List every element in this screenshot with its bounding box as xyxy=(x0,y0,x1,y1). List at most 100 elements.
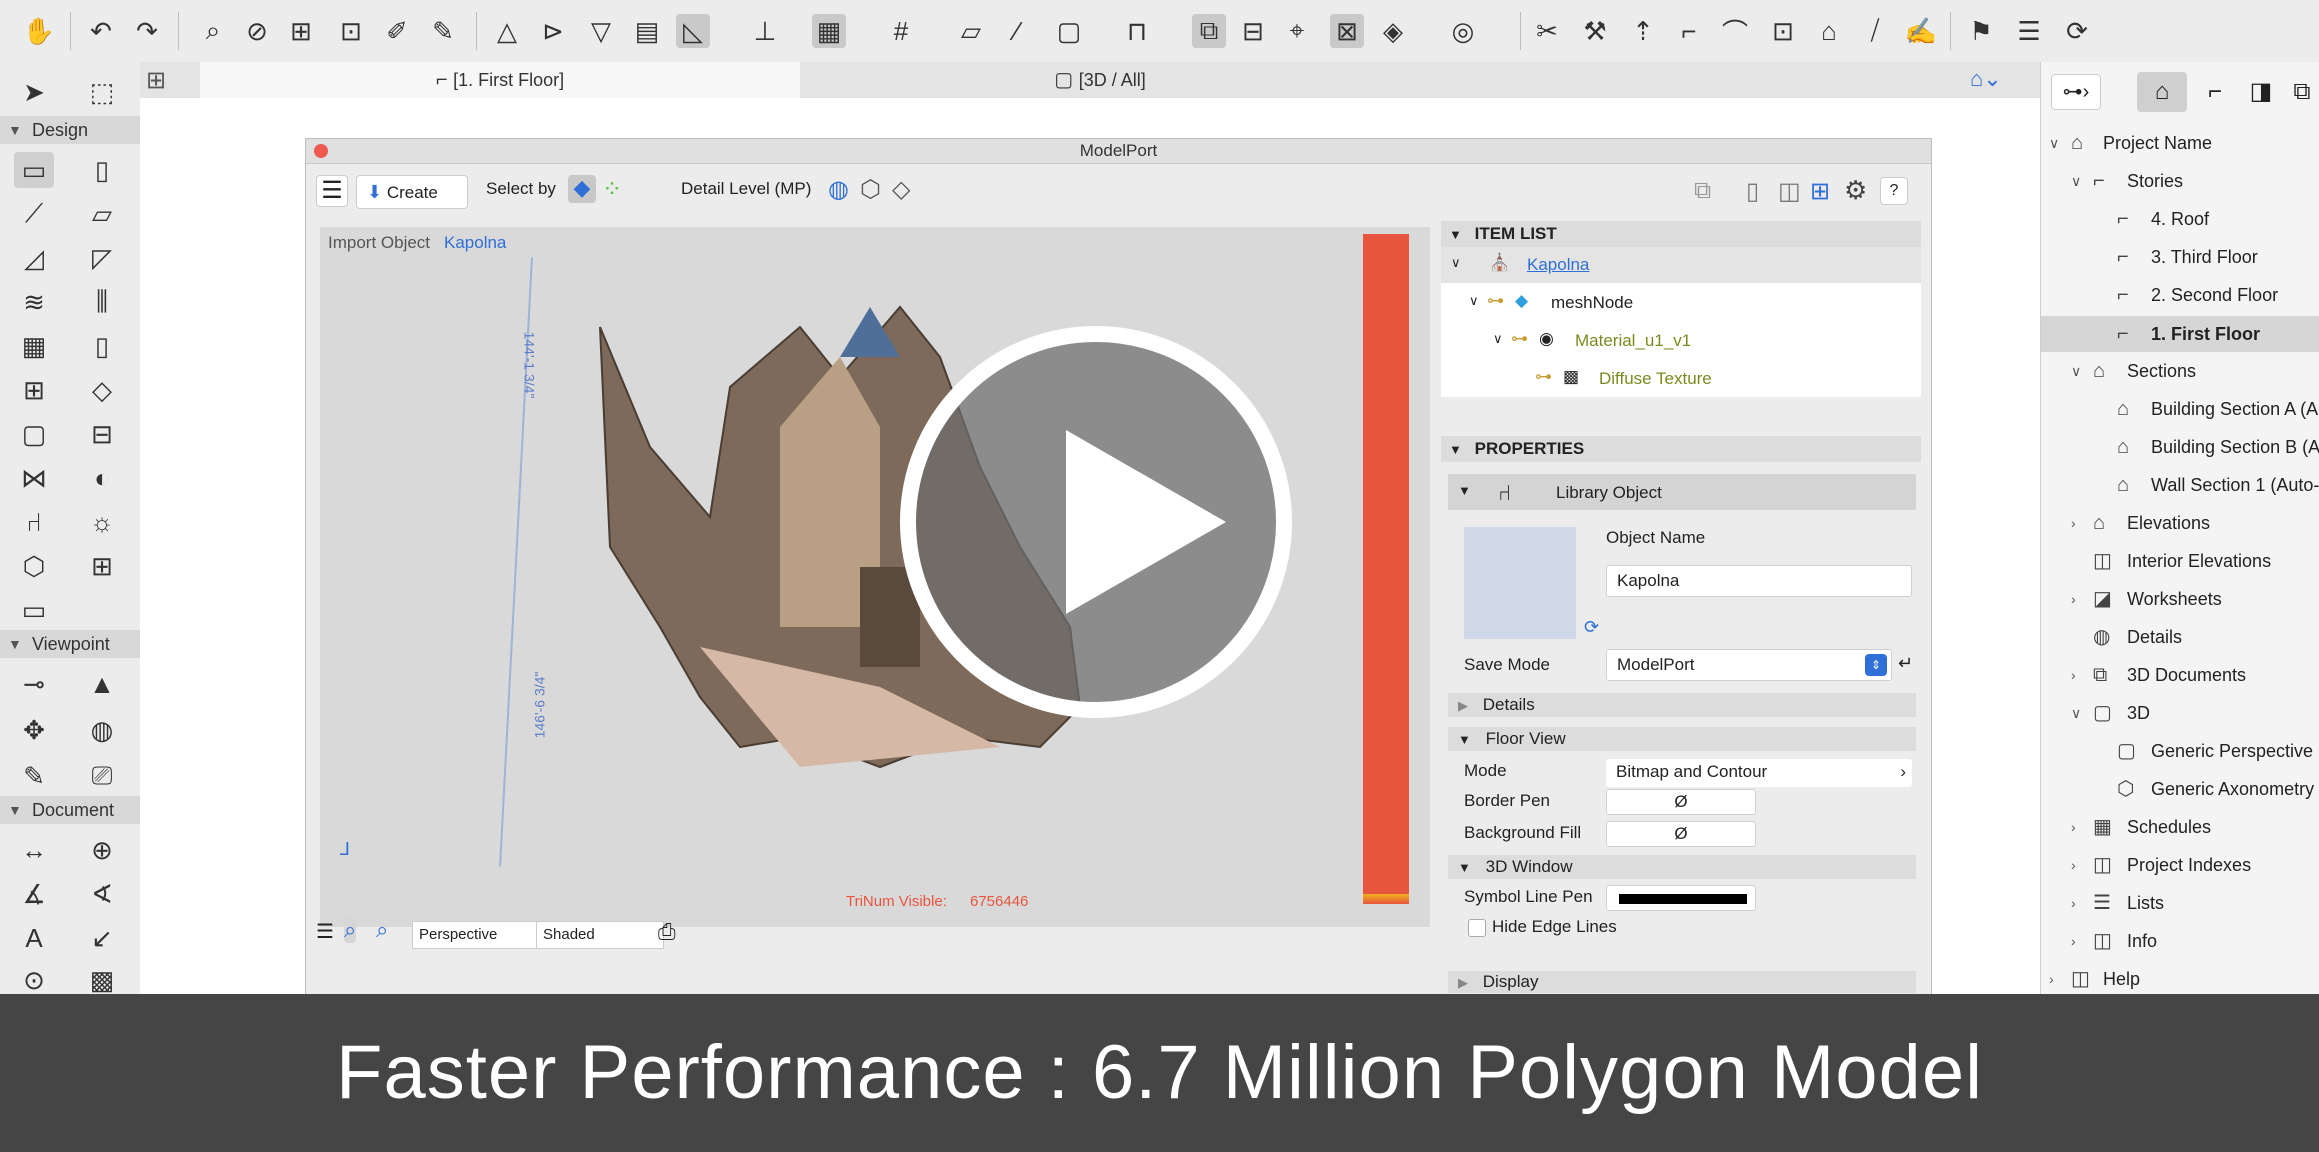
tree-item-material[interactable]: Material_u1_v1 xyxy=(1575,331,1691,351)
morph-tool-icon[interactable]: ◐ xyxy=(82,460,122,496)
project-map-icon[interactable]: ⌂ xyxy=(2137,72,2187,112)
tree-3d[interactable]: ∨ ▢ 3D xyxy=(2041,698,2319,728)
lock-icon[interactable]: ⊓ xyxy=(1120,14,1154,48)
shape-icon[interactable]: ◎ xyxy=(1446,14,1480,48)
tab-3d-all[interactable]: ▢ [3D / All] xyxy=(800,62,1400,98)
create-button[interactable]: ⬇ Create xyxy=(356,175,468,209)
grid-icon[interactable]: # xyxy=(884,14,918,48)
offset-icon[interactable]: ⌐ xyxy=(1672,14,1706,48)
window-tool-icon[interactable]: ⊞ xyxy=(14,372,54,408)
layout-single-icon[interactable]: ▯ xyxy=(1746,177,1759,206)
border-pen-field[interactable]: Ø xyxy=(1606,789,1756,815)
mirror-icon[interactable]: ⊳ xyxy=(536,14,570,48)
section-tool-icon[interactable]: ⊸ xyxy=(14,666,54,702)
radial-dimension-tool-icon[interactable]: ∢ xyxy=(82,876,122,912)
zoom-icon[interactable]: ⌕ xyxy=(344,917,357,943)
help-button[interactable]: ? xyxy=(1880,177,1908,205)
pin-tool-icon[interactable]: ⊙ xyxy=(14,962,54,998)
eyedropper-icon[interactable]: ✐ xyxy=(380,14,414,48)
interior-elevation-tool-icon[interactable]: ✥ xyxy=(14,712,54,748)
curve-icon[interactable]: ⌒ xyxy=(1718,14,1752,48)
tree-story-item-selected[interactable]: ⌐ 1. First Floor xyxy=(2041,316,2319,352)
beam-tool-icon[interactable]: ⟋ xyxy=(14,196,54,232)
display-section-header[interactable]: ▶ Display xyxy=(1448,971,1916,993)
resize-icon[interactable]: ⊡ xyxy=(1766,14,1800,48)
wall-tool-icon[interactable]: ▭ xyxy=(14,152,54,188)
chevron-down-icon[interactable]: ∨ xyxy=(1469,293,1479,309)
skylight-tool-icon[interactable]: ◇ xyxy=(82,372,122,408)
3d-window-section-header[interactable]: ▼ 3D Window xyxy=(1448,855,1916,879)
zoom-in-icon[interactable]: ⌕ xyxy=(376,917,388,943)
lamp-tool-icon[interactable]: ☼ xyxy=(82,504,122,540)
text-tool-icon[interactable]: A xyxy=(14,920,54,956)
tree-item-mesh[interactable]: meshNode xyxy=(1551,293,1633,313)
toolbox-section-document[interactable]: ▼ Document xyxy=(0,796,140,824)
railing-tool-icon[interactable]: ⫼ xyxy=(82,284,122,320)
camera-icon[interactable]: ⎙ xyxy=(658,919,676,945)
stair-tool-icon[interactable]: ≋ xyxy=(14,284,54,320)
roof-tool-icon[interactable]: ◿ xyxy=(14,240,54,276)
refresh-icon[interactable]: ⟳ xyxy=(1584,617,1599,638)
arrow-tool-icon[interactable]: ➤ xyxy=(14,74,54,110)
group-icon[interactable]: ⊠ xyxy=(1330,14,1364,48)
tree-sections[interactable]: ∨ ⌂ Sections xyxy=(2041,356,2319,386)
save-mode-select[interactable]: ModelPort ⇕ xyxy=(1606,649,1892,681)
guide-line-icon[interactable]: ◺ xyxy=(676,14,710,48)
label-icon[interactable]: ⊡ xyxy=(334,14,368,48)
node-select-icon[interactable]: ⁘ xyxy=(602,175,622,204)
tree-story-item[interactable]: ⌐ 4. Roof xyxy=(2041,204,2319,234)
tree-interior-elevations[interactable]: ◫ Interior Elevations xyxy=(2041,546,2319,576)
tree-story-item[interactable]: ⌐ 3. Third Floor xyxy=(2041,242,2319,272)
layout-icon[interactable]: ⊞ xyxy=(284,14,318,48)
frame-icon[interactable]: ▢ xyxy=(1052,14,1086,48)
chevron-down-icon[interactable]: ∨ xyxy=(1493,331,1503,347)
tree-stories[interactable]: ∨ ⌐ Stories xyxy=(2041,166,2319,196)
settings-gear-icon[interactable]: ⚙ xyxy=(1844,175,1867,206)
grid-snap-icon[interactable]: ▦ xyxy=(812,14,846,48)
view-mode-icon[interactable]: ⌂⌄ xyxy=(1970,66,2002,92)
hide-edge-lines-checkbox[interactable] xyxy=(1468,919,1486,937)
render-mode-select[interactable]: Shaded xyxy=(536,921,664,949)
hand-pan-icon[interactable]: ✋ xyxy=(22,14,56,48)
view-map-icon[interactable]: ⌐ xyxy=(2193,72,2237,112)
trace-icon[interactable]: ⧉ xyxy=(1192,14,1226,48)
level-dimension-tool-icon[interactable]: ⊕ xyxy=(82,832,122,868)
cube-select-icon[interactable]: ◆ xyxy=(568,175,596,203)
tree-worksheets[interactable]: › ◪ Worksheets xyxy=(2041,584,2319,614)
detail-low-icon[interactable]: ◇ xyxy=(892,175,910,204)
syringe-icon[interactable]: ✎ xyxy=(426,14,460,48)
triangle-down-icon[interactable]: ▽ xyxy=(584,14,618,48)
door-tool-icon[interactable]: ▯ xyxy=(82,328,122,364)
tree-elevations[interactable]: › ⌂ Elevations xyxy=(2041,508,2319,538)
detail-tool-icon[interactable]: ✎ xyxy=(14,758,54,794)
tree-3d-documents[interactable]: › ⧉ 3D Documents xyxy=(2041,660,2319,690)
tree-item-texture[interactable]: Diffuse Texture xyxy=(1599,369,1712,389)
flag-icon[interactable]: ⚑ xyxy=(1964,14,1998,48)
redo-icon[interactable]: ↷ xyxy=(130,14,164,48)
import-object-value[interactable]: Kapolna xyxy=(444,233,506,253)
curtain-tool-icon[interactable]: ⊞ xyxy=(82,548,122,584)
layout-book-icon[interactable]: ◨ xyxy=(2239,72,2283,112)
roof-icon[interactable]: ⌂ xyxy=(1812,14,1846,48)
undo-icon[interactable]: ↶ xyxy=(84,14,118,48)
object-tool-icon[interactable]: ⊟ xyxy=(82,416,122,452)
layout-grid-icon[interactable]: ⊞ xyxy=(1810,177,1830,206)
return-arrow-icon[interactable]: ↵ xyxy=(1898,653,1913,674)
tab-first-floor[interactable]: ⌐ [1. First Floor] xyxy=(200,62,800,98)
scissors-icon[interactable]: ✂ xyxy=(1530,14,1564,48)
tree-3d-item[interactable]: ⬡ Generic Axonometry xyxy=(2041,774,2319,804)
find-select-icon[interactable]: ⌕ xyxy=(196,14,230,48)
tree-story-item[interactable]: ⌐ 2. Second Floor xyxy=(2041,280,2319,310)
object-name-field[interactable]: Kapolna xyxy=(1606,565,1912,597)
dimension-icon[interactable]: ⊟ xyxy=(1236,14,1270,48)
fit-icon[interactable]: ⌖ xyxy=(1280,14,1314,48)
elevate-icon[interactable]: ⇡ xyxy=(1626,14,1660,48)
navigator-menu-icon[interactable]: ⊶› xyxy=(2051,74,2101,110)
item-list-header[interactable]: ▼ ITEM LIST xyxy=(1441,221,1921,247)
marquee-tool-icon[interactable]: ⬚ xyxy=(82,74,122,110)
library-object-row[interactable]: ▼ ⑁ Library Object xyxy=(1448,474,1916,510)
sync-icon[interactable]: ⟳ xyxy=(2060,14,2094,48)
curtain-wall-tool-icon[interactable]: ▦ xyxy=(14,328,54,364)
hatch-icon[interactable]: ▤ xyxy=(630,14,664,48)
video-play-button[interactable] xyxy=(900,326,1292,718)
